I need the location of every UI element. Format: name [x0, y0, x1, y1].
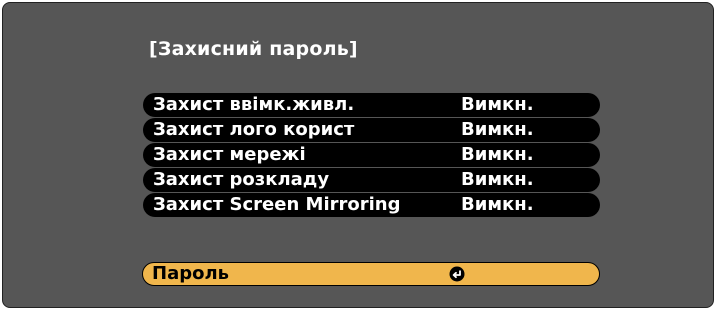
menu-item-label: Захист розкладу	[153, 169, 330, 190]
menu-item-user-logo-protection[interactable]: Захист лого корист Вимкн.	[143, 118, 600, 142]
menu-item-power-on-protection[interactable]: Захист ввімк.живл. Вимкн.	[143, 93, 600, 117]
menu-item-value: Вимкн.	[461, 94, 534, 115]
menu-title: [Захисний пароль]	[149, 38, 358, 60]
menu-item-value: Вимкн.	[461, 194, 534, 215]
menu-item-value: Вимкн.	[461, 144, 534, 165]
menu-item-network-protection[interactable]: Захист мережі Вимкн.	[143, 143, 600, 167]
menu-item-label: Захист лого корист	[153, 119, 355, 140]
menu-item-label: Захист Screen Mirroring	[153, 194, 401, 215]
enter-icon	[449, 266, 465, 282]
password-label: Пароль	[152, 263, 230, 284]
password-button[interactable]: Пароль	[142, 262, 600, 286]
menu-item-schedule-protection[interactable]: Захист розкладу Вимкн.	[143, 168, 600, 192]
menu-item-value: Вимкн.	[461, 119, 534, 140]
menu-item-screen-mirroring-protection[interactable]: Захист Screen Mirroring Вимкн.	[143, 193, 600, 217]
menu-item-label: Захист ввімк.живл.	[153, 94, 355, 115]
menu-list: Захист ввімк.живл. Вимкн. Захист лого ко…	[143, 93, 600, 218]
menu-panel: [Захисний пароль] Захист ввімк.живл. Вим…	[2, 2, 714, 308]
menu-item-value: Вимкн.	[461, 169, 534, 190]
menu-item-label: Захист мережі	[153, 144, 306, 165]
